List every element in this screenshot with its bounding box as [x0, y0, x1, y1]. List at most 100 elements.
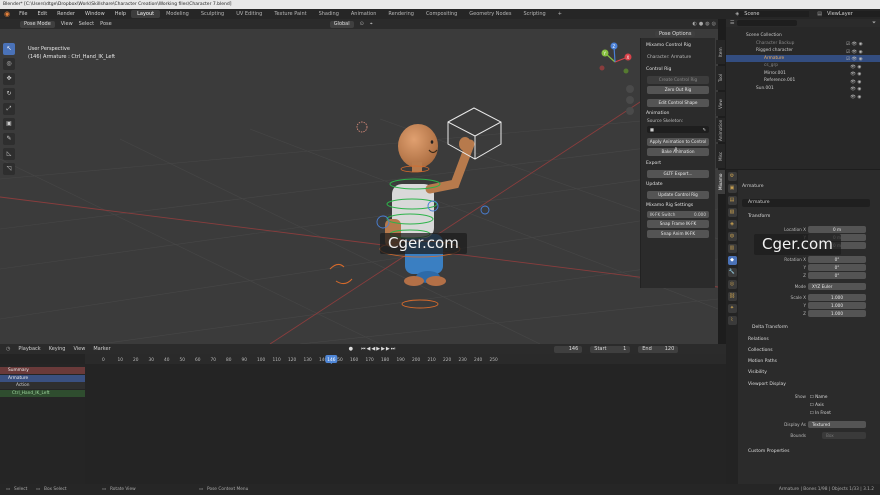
mode-dropdown[interactable]: Pose Mode [20, 20, 55, 28]
menu-edit[interactable]: Edit [32, 11, 52, 17]
3d-viewport[interactable]: X Y Z Pose Mode View Select Pose Global … [0, 19, 718, 344]
animation-section[interactable]: Animation [641, 109, 715, 118]
workspace-tab-scripting[interactable]: Scripting [517, 10, 551, 18]
tab-animation[interactable]: Animation [716, 118, 725, 142]
scale-x-field[interactable]: 1.000 [808, 294, 866, 301]
scene-properties-icon[interactable]: ◈ [727, 220, 737, 229]
workspace-tab-compositing[interactable]: Compositing [420, 10, 463, 18]
workspace-tab-shading[interactable]: Shading [313, 10, 345, 18]
update-control-rig-button[interactable]: Update Control Rig [647, 191, 709, 199]
visibility-toggle-icons[interactable]: ☑ 👁 ◉ ☑ 👁 ◉ ☑ 👁 ◉ 👁 ◉ 👁 ◉ 👁 ◉ 👁 ◉ 👁 ◉ [846, 41, 878, 101]
bake-animation-button[interactable]: Bake Animation [647, 148, 709, 156]
constraint-properties-icon[interactable]: ⛓ [727, 292, 737, 301]
transform-section[interactable]: Transform [726, 212, 770, 221]
select-menu[interactable]: Select [79, 21, 94, 27]
view-menu-timeline[interactable]: View [73, 346, 85, 352]
eyedropper-icon[interactable]: ✎ [702, 126, 706, 133]
playback-menu[interactable]: Playback [18, 346, 40, 352]
channel-summary[interactable]: Summary [0, 367, 85, 374]
view-navigation-buttons[interactable] [626, 85, 634, 115]
scene-selector[interactable]: Scene [739, 11, 810, 17]
rotation-y-field[interactable]: 0° [808, 264, 866, 271]
measure-tool-icon[interactable]: ◺ [3, 148, 15, 160]
current-frame-field[interactable]: 146 [554, 345, 583, 353]
armature-data-icon[interactable]: ✦ [727, 304, 737, 313]
workspace-tab-geometry-nodes[interactable]: Geometry Nodes [463, 10, 517, 18]
blender-logo-icon[interactable]: ◉ [0, 10, 14, 18]
render-properties-icon[interactable]: ▣ [727, 184, 737, 193]
control-rig-section[interactable]: Control Rig [641, 65, 715, 74]
pose-tool-icon[interactable]: ◹ [3, 163, 15, 175]
transform-tool-icon[interactable]: ▣ [3, 118, 15, 130]
menu-file[interactable]: File [14, 11, 32, 17]
apply-animation-button[interactable]: Apply Animation to Control R... [647, 138, 709, 152]
bounds-dropdown[interactable]: Box [822, 432, 866, 439]
marker-menu[interactable]: Marker [93, 346, 110, 352]
workspace-tab-rendering[interactable]: Rendering [382, 10, 420, 18]
axis-checkbox[interactable]: ☐ Axis [810, 401, 824, 408]
start-frame-field[interactable]: Start 1 [590, 345, 631, 353]
world-properties-icon[interactable]: ◍ [727, 232, 737, 241]
tab-item[interactable]: Item [716, 40, 725, 64]
snap-frame-ikfk-button[interactable]: Snap Frame IK-FK [647, 220, 709, 228]
gltf-export-button[interactable]: GLTF Export... [647, 170, 709, 178]
transform-orientation-dropdown[interactable]: Global [329, 20, 354, 28]
add-workspace-button[interactable]: + [552, 10, 568, 18]
rotate-tool-icon[interactable]: ↻ [3, 88, 15, 100]
pose-options-button[interactable]: Pose Options [655, 31, 696, 38]
move-tool-icon[interactable]: ✥ [3, 73, 15, 85]
collection-properties-icon[interactable]: ▥ [727, 244, 737, 253]
create-control-rig-button[interactable]: Create Control Rig [647, 76, 709, 84]
location-x-field[interactable]: 0 m [808, 226, 866, 233]
timeline-frames-area[interactable]: 0 10 20 30 40 50 60 70 80 90 100 110 120 130 140 150 160… [85, 354, 726, 364]
motion-paths-section[interactable]: Motion Paths [726, 357, 777, 366]
outliner-panel[interactable]: ☰ ⏷ Scene Collection Character Backup Ri… [726, 19, 880, 169]
keying-menu[interactable]: Keying [49, 346, 66, 352]
workspace-tab-uv-editing[interactable]: UV Editing [230, 10, 268, 18]
rig-settings-section[interactable]: Mixamo Rig Settings [641, 201, 715, 210]
snap-anim-ikfk-button[interactable]: Snap Anim IK-FK [647, 230, 709, 238]
scale-tool-icon[interactable]: ⤢ [3, 103, 15, 115]
tab-mixamo[interactable]: Mixamo [716, 170, 725, 194]
tab-view[interactable]: View [716, 92, 725, 116]
channel-ctrl-hand-ik-left[interactable]: Ctrl_Hand_IK_Left [0, 389, 85, 397]
custom-properties-section[interactable]: Custom Properties [726, 447, 789, 456]
navigation-gizmo[interactable]: X Y Z [599, 42, 632, 74]
relations-section[interactable]: Relations [726, 335, 769, 344]
tab-tool[interactable]: Tool [716, 66, 725, 90]
scale-z-field[interactable]: 1.000 [808, 310, 866, 317]
outliner-search-input[interactable] [737, 20, 798, 26]
end-frame-field[interactable]: End 120 [638, 345, 679, 353]
shading-icons[interactable]: ◐●◍◎ [693, 21, 718, 27]
source-skeleton-field[interactable]: ■ ✎ [647, 126, 709, 133]
workspace-tab-animation[interactable]: Animation [345, 10, 383, 18]
snap-icon[interactable]: ⌖ [370, 21, 373, 27]
properties-editor[interactable]: ⚙ ▣ ▤ ▧ ◈ ◍ ▥ ◆ 🔧 ◎ ⛓ ✦ ⌇ Armature Armat… [726, 170, 880, 484]
channel-action[interactable]: Action [0, 382, 85, 389]
collections-section[interactable]: Collections [726, 346, 773, 355]
playback-controls-icon[interactable]: ⏮◀◀▶▶▶⏭ [361, 346, 396, 352]
update-section[interactable]: Update [641, 180, 715, 189]
zero-out-rig-button[interactable]: Zero Out Rig [647, 86, 709, 94]
cursor-tool-icon[interactable]: ◎ [3, 58, 15, 70]
workspace-tab-modeling[interactable]: Modeling [160, 10, 195, 18]
edit-control-shape-button[interactable]: Edit Control Shape [647, 99, 709, 107]
name-checkbox[interactable]: ☐ Name [810, 393, 827, 400]
workspace-tab-sculpting[interactable]: Sculpting [195, 10, 230, 18]
rotation-z-field[interactable]: 0° [808, 272, 866, 279]
delta-transform-section[interactable]: Delta Transform [730, 323, 788, 332]
export-section[interactable]: Export [641, 159, 715, 168]
tab-misc[interactable]: Misc [716, 144, 725, 168]
object-properties-icon[interactable]: ◆ [727, 256, 737, 265]
scale-y-field[interactable]: 1.000 [808, 302, 866, 309]
physics-properties-icon[interactable]: ◎ [727, 280, 737, 289]
mixamo-panel-title[interactable]: Mixamo Control Rig [641, 41, 715, 50]
rotation-x-field[interactable]: 0° [808, 256, 866, 263]
view-menu[interactable]: View [61, 21, 73, 27]
record-icon[interactable]: ● [349, 346, 353, 352]
timeline-editor[interactable]: ◷ Playback Keying View Marker ● ⏮◀◀▶▶▶⏭ … [0, 344, 726, 484]
rotation-mode-dropdown[interactable]: XYZ Euler [808, 283, 866, 290]
modifier-properties-icon[interactable]: 🔧 [727, 268, 737, 277]
output-properties-icon[interactable]: ▤ [727, 196, 737, 205]
editor-type-icon[interactable]: ◷ [6, 346, 10, 352]
